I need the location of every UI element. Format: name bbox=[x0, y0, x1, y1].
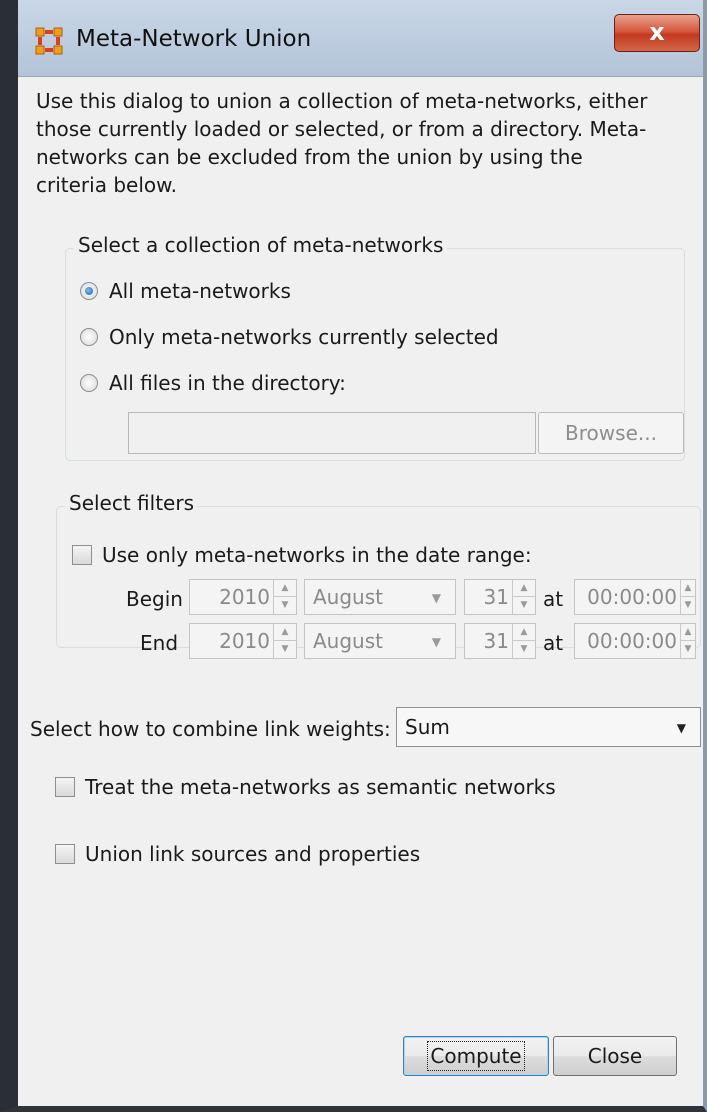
spinner-arrows-icon[interactable]: ▲ ▼ bbox=[680, 580, 695, 614]
begin-day-spinner[interactable]: 31 ▲ ▼ bbox=[464, 579, 536, 615]
date-range-checkbox[interactable] bbox=[72, 545, 92, 565]
end-year-value: 2010 bbox=[219, 629, 270, 653]
spinner-arrows-icon[interactable]: ▲ ▼ bbox=[273, 624, 296, 658]
chevron-down-icon: ▼ bbox=[676, 721, 686, 735]
end-month-value: August bbox=[313, 629, 383, 653]
radio-all-files-directory[interactable]: All files in the directory: bbox=[80, 371, 346, 395]
radio-button[interactable] bbox=[80, 374, 98, 392]
end-month-select[interactable]: August ▼ bbox=[304, 623, 456, 659]
begin-year-value: 2010 bbox=[219, 585, 270, 609]
begin-month-value: August bbox=[313, 585, 383, 609]
begin-time-value: 00:00:00 bbox=[587, 585, 677, 609]
end-time-value: 00:00:00 bbox=[587, 629, 677, 653]
collection-group-title: Select a collection of meta-networks bbox=[74, 233, 448, 257]
filters-group: Select filters Use only meta-networks in… bbox=[56, 491, 701, 659]
semantic-networks-option[interactable]: Treat the meta-networks as semantic netw… bbox=[55, 775, 556, 799]
end-day-spinner[interactable]: 31 ▲ ▼ bbox=[464, 623, 536, 659]
collection-group: Select a collection of meta-networks All… bbox=[65, 233, 685, 461]
spinner-arrows-icon[interactable]: ▲ ▼ bbox=[512, 624, 535, 658]
begin-time-spinner[interactable]: 00:00:00 ▲ ▼ bbox=[574, 579, 696, 615]
dialog-body: Use this dialog to union a collection of… bbox=[18, 76, 703, 1106]
radio-all-meta-networks[interactable]: All meta-networks bbox=[80, 279, 291, 303]
union-sources-checkbox[interactable] bbox=[55, 844, 75, 864]
end-label: End bbox=[140, 631, 179, 655]
begin-at-label: at bbox=[543, 587, 564, 611]
spinner-arrows-icon[interactable]: ▲ ▼ bbox=[273, 580, 296, 614]
radio-only-selected[interactable]: Only meta-networks currently selected bbox=[80, 325, 499, 349]
browse-button[interactable]: Browse... bbox=[538, 412, 684, 454]
end-at-label: at bbox=[543, 631, 564, 655]
close-x-icon: x bbox=[649, 18, 665, 46]
end-time-spinner[interactable]: 00:00:00 ▲ ▼ bbox=[574, 623, 696, 659]
combine-weights-label: Select how to combine link weights: bbox=[30, 717, 391, 741]
radio-label: Only meta-networks currently selected bbox=[109, 325, 499, 349]
begin-label: Begin bbox=[126, 587, 183, 611]
semantic-networks-checkbox[interactable] bbox=[55, 777, 75, 797]
semantic-networks-label: Treat the meta-networks as semantic netw… bbox=[85, 775, 556, 799]
compute-button-label: Compute bbox=[427, 1041, 525, 1071]
combine-weights-select[interactable]: Sum ▼ bbox=[396, 707, 701, 747]
radio-button[interactable] bbox=[80, 328, 98, 346]
description-text: Use this dialog to union a collection of… bbox=[36, 89, 648, 197]
window-title: Meta-Network Union bbox=[76, 26, 312, 52]
end-day-value: 31 bbox=[483, 629, 509, 653]
radio-label: All meta-networks bbox=[109, 279, 291, 303]
end-year-spinner[interactable]: 2010 ▲ ▼ bbox=[189, 623, 297, 659]
union-sources-option[interactable]: Union link sources and properties bbox=[55, 842, 420, 866]
combine-weights-value: Sum bbox=[405, 715, 450, 739]
filters-group-title: Select filters bbox=[65, 491, 198, 515]
title-bar[interactable]: Meta-Network Union x bbox=[18, 0, 703, 76]
directory-path-field[interactable] bbox=[128, 412, 536, 454]
spinner-arrows-icon[interactable]: ▲ ▼ bbox=[512, 580, 535, 614]
spinner-arrows-icon[interactable]: ▲ ▼ bbox=[680, 624, 695, 658]
close-button[interactable]: Close bbox=[553, 1036, 677, 1076]
date-range-checkbox-row[interactable]: Use only meta-networks in the date range… bbox=[72, 543, 532, 567]
network-grid-icon bbox=[35, 27, 63, 55]
radio-label: All files in the directory: bbox=[109, 371, 346, 395]
compute-button[interactable]: Compute bbox=[403, 1036, 549, 1076]
radio-button-selected[interactable] bbox=[80, 282, 98, 300]
begin-month-select[interactable]: August ▼ bbox=[304, 579, 456, 615]
begin-day-value: 31 bbox=[483, 585, 509, 609]
date-range-label: Use only meta-networks in the date range… bbox=[102, 543, 532, 567]
chevron-down-icon: ▼ bbox=[431, 591, 441, 605]
dialog-window: Meta-Network Union x Use this dialog to … bbox=[0, 0, 707, 1112]
union-sources-label: Union link sources and properties bbox=[85, 842, 421, 866]
chevron-down-icon: ▼ bbox=[431, 635, 441, 649]
close-button-label: Close bbox=[587, 1044, 643, 1068]
begin-year-spinner[interactable]: 2010 ▲ ▼ bbox=[189, 579, 297, 615]
close-window-button[interactable]: x bbox=[614, 14, 700, 52]
